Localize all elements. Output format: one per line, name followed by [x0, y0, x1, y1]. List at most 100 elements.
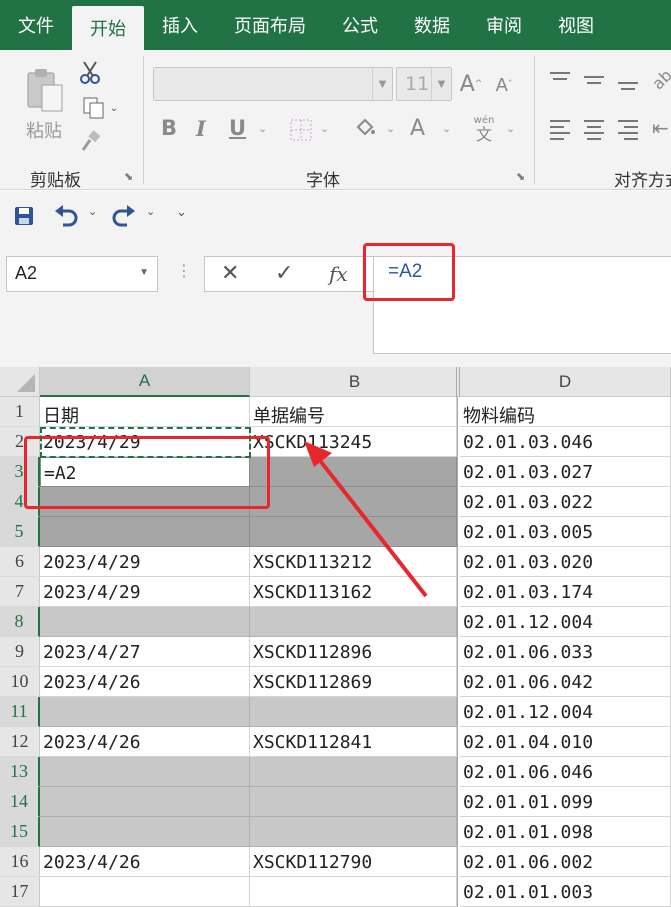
align-middle-button[interactable]	[584, 76, 606, 92]
cell-d17[interactable]: 02.01.01.003	[460, 877, 671, 907]
grow-font-button[interactable]: A ^	[458, 68, 484, 100]
chevron-down-icon[interactable]: ⌄	[320, 122, 329, 135]
cell-d4[interactable]: 02.01.03.022	[460, 487, 671, 517]
chevron-down-icon[interactable]: ⌄	[506, 122, 515, 135]
chevron-down-icon[interactable]: ⌄	[386, 122, 395, 135]
select-all-button[interactable]	[0, 367, 40, 397]
tab-review[interactable]: 审阅	[468, 0, 540, 50]
cell-d5[interactable]: 02.01.03.005	[460, 517, 671, 547]
cell-d14[interactable]: 02.01.01.099	[460, 787, 671, 817]
cell-a10[interactable]: 2023/4/26	[40, 667, 250, 697]
row-header[interactable]: 8	[0, 607, 40, 637]
cell-d7[interactable]: 02.01.03.174	[460, 577, 671, 607]
undo-button[interactable]	[52, 203, 80, 229]
format-painter-button[interactable]	[78, 128, 104, 156]
row-header[interactable]: 14	[0, 787, 40, 817]
insert-function-button[interactable]: fx	[329, 262, 348, 286]
spreadsheet-grid[interactable]: A B D 1 日期 单据编号 物料编码 2 2023/4/29 XSCKD113245 02…	[0, 367, 671, 907]
cell-d6[interactable]: 02.01.03.020	[460, 547, 671, 577]
cell-d12[interactable]: 02.01.04.010	[460, 727, 671, 757]
decrease-indent-icon[interactable]: ⇤	[652, 116, 669, 140]
cancel-button[interactable]: ✕	[221, 261, 239, 286]
cell-b15[interactable]	[250, 817, 457, 847]
row-header[interactable]: 1	[0, 397, 40, 427]
row-header[interactable]: 10	[0, 667, 40, 697]
align-center-button[interactable]	[584, 120, 606, 142]
row-header[interactable]: 13	[0, 757, 40, 787]
name-box[interactable]: A2 ▼	[6, 256, 158, 292]
cut-button[interactable]	[78, 58, 102, 86]
align-top-button[interactable]	[550, 72, 572, 88]
chevron-down-icon[interactable]: ⌄	[88, 205, 97, 218]
orientation-icon[interactable]: ab	[648, 66, 671, 94]
cell-a7[interactable]: 2023/4/29	[40, 577, 250, 607]
row-header[interactable]: 15	[0, 817, 40, 847]
font-color-button[interactable]: A	[410, 116, 425, 141]
cell-a8[interactable]	[40, 607, 250, 637]
row-header[interactable]: 16	[0, 847, 40, 877]
cell-b1[interactable]: 单据编号	[250, 397, 457, 427]
font-name-combobox[interactable]: ▼	[153, 67, 393, 101]
cell-b16[interactable]: XSCKD112790	[250, 847, 457, 877]
cell-b2[interactable]: XSCKD113245	[250, 427, 457, 457]
column-header-b[interactable]: B	[250, 367, 460, 397]
cell-b13[interactable]	[250, 757, 457, 787]
cell-a3[interactable]: =A2	[40, 457, 250, 487]
customize-toolbar-icon[interactable]: ⌄	[176, 205, 187, 220]
cell-d3[interactable]: 02.01.03.027	[460, 457, 671, 487]
italic-button[interactable]: I	[196, 116, 206, 141]
cell-b4[interactable]	[250, 487, 457, 517]
cell-a14[interactable]	[40, 787, 250, 817]
cell-a1[interactable]: 日期	[40, 397, 250, 427]
cell-a17[interactable]	[40, 877, 250, 907]
bold-button[interactable]: B	[161, 116, 177, 140]
align-right-button[interactable]	[618, 120, 640, 142]
copy-button[interactable]: ⌄	[78, 94, 122, 122]
shrink-font-button[interactable]: Aˇ	[492, 70, 516, 100]
cell-b12[interactable]: XSCKD112841	[250, 727, 457, 757]
cell-a12[interactable]: 2023/4/26	[40, 727, 250, 757]
cell-b3[interactable]	[250, 457, 457, 487]
paste-button[interactable]: 粘贴	[18, 60, 70, 150]
align-bottom-button[interactable]	[618, 82, 640, 98]
column-header-a[interactable]: A	[40, 367, 250, 397]
cell-a6[interactable]: 2023/4/29	[40, 547, 250, 577]
cell-a13[interactable]	[40, 757, 250, 787]
cell-b10[interactable]: XSCKD112869	[250, 667, 457, 697]
cell-a5[interactable]	[40, 517, 250, 547]
cell-b11[interactable]	[250, 697, 457, 727]
cell-a9[interactable]: 2023/4/27	[40, 637, 250, 667]
row-header[interactable]: 11	[0, 697, 40, 727]
tab-data[interactable]: 数据	[396, 0, 468, 50]
column-header-d[interactable]: D	[460, 367, 671, 397]
chevron-down-icon[interactable]: ⌄	[146, 205, 155, 218]
fill-color-button[interactable]	[352, 114, 378, 144]
cell-b9[interactable]: XSCKD112896	[250, 637, 457, 667]
save-button[interactable]	[12, 204, 36, 228]
cell-b7[interactable]: XSCKD113162	[250, 577, 457, 607]
tab-formulas[interactable]: 公式	[324, 0, 396, 50]
row-header[interactable]: 6	[0, 547, 40, 577]
cell-a16[interactable]: 2023/4/26	[40, 847, 250, 877]
row-header[interactable]: 9	[0, 637, 40, 667]
tab-insert[interactable]: 插入	[144, 0, 216, 50]
row-header[interactable]: 17	[0, 877, 40, 907]
chevron-down-icon[interactable]: ⌄	[258, 122, 267, 135]
cell-d13[interactable]: 02.01.06.046	[460, 757, 671, 787]
cell-b6[interactable]: XSCKD113212	[250, 547, 457, 577]
cell-d11[interactable]: 02.01.12.004	[460, 697, 671, 727]
tab-page-layout[interactable]: 页面布局	[216, 0, 324, 50]
align-left-button[interactable]	[550, 120, 572, 142]
underline-button[interactable]: U	[229, 116, 246, 140]
cell-d10[interactable]: 02.01.06.042	[460, 667, 671, 697]
cell-b17[interactable]	[250, 877, 457, 907]
cell-d15[interactable]: 02.01.01.098	[460, 817, 671, 847]
cell-a11[interactable]	[40, 697, 250, 727]
font-launcher-icon[interactable]: ⬊	[516, 170, 525, 183]
row-header[interactable]: 7	[0, 577, 40, 607]
row-header[interactable]: 5	[0, 517, 40, 547]
cell-b5[interactable]	[250, 517, 457, 547]
cell-d16[interactable]: 02.01.06.002	[460, 847, 671, 877]
cell-d8[interactable]: 02.01.12.004	[460, 607, 671, 637]
phonetic-guide-button[interactable]: wén 文	[470, 114, 498, 146]
